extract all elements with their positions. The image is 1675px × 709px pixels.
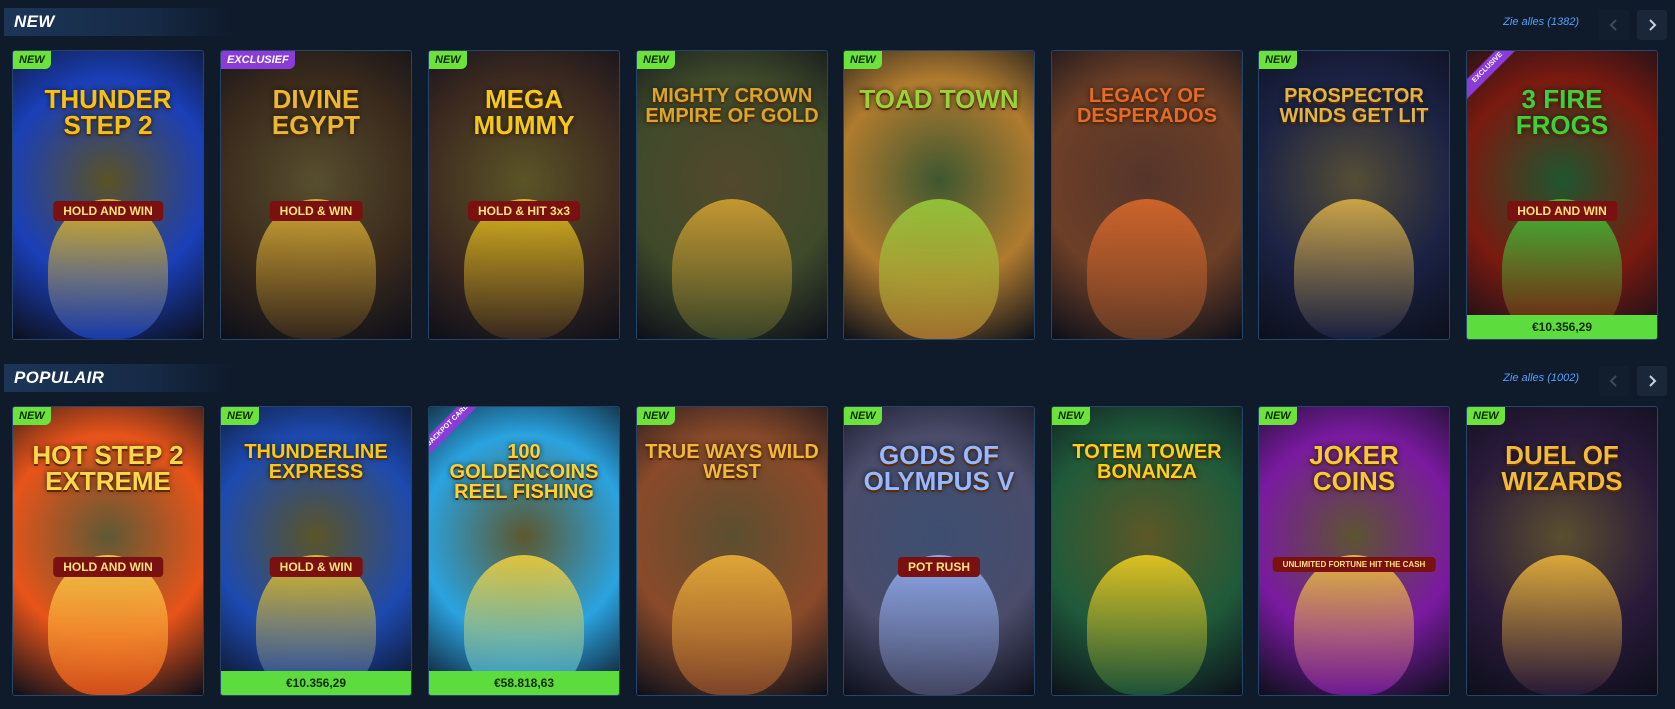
game-subtitle: HOLD & WIN — [269, 556, 363, 577]
section-new: NEW Zie alles (1382) Thunder Step 2 HOLD … — [0, 4, 1675, 344]
game-card[interactable]: Thunderline Express HOLD & WIN NEW €10.356,… — [220, 406, 412, 696]
game-title: Prospector Winds Get Lit — [1279, 84, 1429, 127]
game-title: Gods of Olympus V — [863, 439, 1015, 497]
game-card[interactable]: Divine Egypt HOLD & WIN EXCLUSIEF — [220, 50, 412, 340]
jackpot-amount: €58.818,63 — [429, 671, 619, 695]
section-title: NEW — [4, 8, 234, 36]
game-subtitle: HOLD & HIT 3x3 — [467, 200, 581, 221]
game-title: Joker Coins — [1309, 439, 1399, 497]
see-all-link[interactable]: Zie alles (1002) — [1503, 372, 1579, 384]
game-title: 3 Fire Frogs — [1515, 83, 1609, 141]
game-card[interactable]: Joker Coins UNLIMITED FORTUNE HIT THE CAS… — [1258, 406, 1450, 696]
game-subtitle: POT RUSH — [897, 556, 981, 577]
new-badge: NEW — [1052, 407, 1090, 425]
game-title: Hot Step 2 Extreme — [32, 439, 184, 497]
game-subtitle: HOLD AND WIN — [53, 556, 163, 577]
section-header: POPULAIR Zie alles (1002) — [0, 360, 1675, 396]
game-subtitle: HOLD & WIN — [269, 200, 363, 221]
new-badge: NEW — [429, 51, 467, 69]
game-card[interactable]: Prospector Winds Get Lit NEW — [1258, 50, 1450, 340]
chevron-right-icon — [1649, 375, 1657, 387]
game-title: Mega Mummy — [473, 83, 575, 141]
new-badge: NEW — [1467, 407, 1505, 425]
character-art — [672, 555, 792, 695]
game-card[interactable]: Toad Town NEW — [843, 50, 1035, 340]
next-button[interactable] — [1637, 10, 1667, 40]
new-badge: NEW — [13, 51, 51, 69]
jackpot-amount: €10.356,29 — [1467, 315, 1657, 339]
game-title: Toad Town — [859, 83, 1019, 114]
game-card[interactable]: 3 Fire Frogs HOLD AND WIN EXCLUSIVE €10.356… — [1466, 50, 1658, 340]
new-badge: NEW — [13, 407, 51, 425]
see-all-link[interactable]: Zie alles (1382) — [1503, 16, 1579, 28]
game-title: Divine Egypt — [271, 83, 361, 141]
chevron-right-icon — [1649, 19, 1657, 31]
game-card[interactable]: Mighty Crown Empire of Gold NEW — [636, 50, 828, 340]
game-title: True Ways Wild West — [645, 440, 819, 483]
new-badge: NEW — [1259, 51, 1297, 69]
game-title: Legacy of Desperados — [1076, 84, 1218, 127]
game-card[interactable]: Thunder Step 2 HOLD AND WIN NEW — [12, 50, 204, 340]
game-card[interactable]: Legacy of Desperados — [1051, 50, 1243, 340]
game-subtitle: HOLD AND WIN — [1507, 200, 1617, 221]
game-card[interactable]: Duel of Wizards NEW — [1466, 406, 1658, 696]
character-art — [1087, 555, 1207, 695]
game-title: Thunderline Express — [244, 440, 388, 483]
game-card[interactable]: Totem Tower Bonanza NEW — [1051, 406, 1243, 696]
new-badge: NEW — [844, 51, 882, 69]
game-title: 100 Goldencoins Reel Fishing — [449, 440, 599, 504]
section-populair: POPULAIR Zie alles (1002) Hot Step 2 Ext… — [0, 360, 1675, 705]
new-badge: NEW — [844, 407, 882, 425]
new-badge: NEW — [637, 407, 675, 425]
game-card[interactable]: Gods of Olympus V POT RUSH NEW — [843, 406, 1035, 696]
game-title: Mighty Crown Empire of Gold — [645, 84, 819, 127]
character-art — [1087, 199, 1207, 339]
next-button[interactable] — [1637, 366, 1667, 396]
game-title: Thunder Step 2 — [44, 83, 172, 141]
character-art — [1294, 555, 1414, 695]
character-art — [879, 199, 999, 339]
game-subtitle: HOLD AND WIN — [53, 200, 163, 221]
prev-button[interactable] — [1599, 366, 1629, 396]
new-badge: NEW — [221, 407, 259, 425]
section-title: POPULAIR — [4, 364, 234, 392]
chevron-left-icon — [1609, 375, 1617, 387]
game-card[interactable]: Mega Mummy HOLD & HIT 3x3 NEW — [428, 50, 620, 340]
new-badge: NEW — [637, 51, 675, 69]
new-badge: NEW — [1259, 407, 1297, 425]
jackpot-amount: €10.356,29 — [221, 671, 411, 695]
game-card[interactable]: True Ways Wild West NEW — [636, 406, 828, 696]
game-title: Totem Tower Bonanza — [1072, 440, 1222, 483]
chevron-left-icon — [1609, 19, 1617, 31]
section-header: NEW Zie alles (1382) — [0, 4, 1675, 40]
character-art — [1294, 199, 1414, 339]
game-subtitle: UNLIMITED FORTUNE HIT THE CASH — [1272, 556, 1436, 572]
exclusive-badge: EXCLUSIEF — [221, 51, 295, 69]
game-card[interactable]: Hot Step 2 Extreme HOLD AND WIN NEW — [12, 406, 204, 696]
character-art — [1502, 555, 1622, 695]
prev-button[interactable] — [1599, 10, 1629, 40]
character-art — [672, 199, 792, 339]
game-card[interactable]: 100 Goldencoins Reel Fishing JACKPOT CARD… — [428, 406, 620, 696]
game-title: Duel of Wizards — [1501, 439, 1623, 497]
